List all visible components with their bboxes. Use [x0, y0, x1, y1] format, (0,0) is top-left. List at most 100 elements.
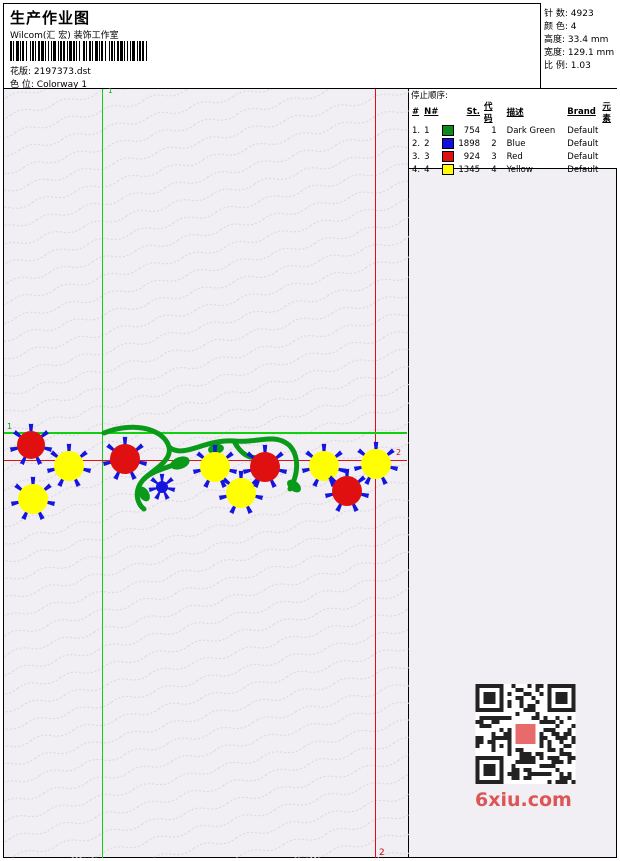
qr-module [507, 704, 512, 708]
flower-center [156, 481, 168, 493]
stat-width: 宽度: 129.1 mm [544, 45, 614, 58]
col-brand: Brand [567, 107, 596, 117]
qr-module [539, 732, 544, 736]
qr-module [487, 740, 492, 744]
qr-module [571, 740, 576, 744]
qr-module [535, 712, 540, 716]
qr-module [539, 736, 544, 740]
table-row: 1. 1 754 1 Dark Green Default [410, 124, 617, 137]
qr-module [535, 716, 540, 720]
row-st: 924 [463, 151, 481, 162]
qr-module [475, 744, 480, 748]
qr-module [567, 744, 572, 748]
qr-module [515, 768, 520, 772]
stat-height: 高度: 33.4 mm [544, 32, 608, 45]
qr-module [507, 728, 512, 732]
qr-module [527, 756, 532, 760]
stat-value: 33.4 mm [567, 35, 609, 45]
color-swatch [442, 164, 455, 175]
flower-center [17, 431, 45, 459]
qr-module [555, 780, 560, 784]
company-name: Wilcom(汇 宏) 装饰工作室 [10, 31, 119, 41]
qr-module [507, 716, 512, 720]
qr-module [507, 752, 512, 756]
flower-center [361, 449, 391, 479]
stats-box: 针 数: 4923 颜 色: 4 高度: 33.4 mm 宽度: 129.1 m… [540, 3, 617, 89]
qr-module [539, 720, 544, 724]
qr-module [507, 732, 512, 736]
row-element [600, 150, 617, 163]
qr-module [495, 736, 500, 740]
qr-module [531, 760, 536, 764]
qr-module [547, 740, 552, 744]
stat-label: 宽度: [544, 48, 566, 58]
leaf [170, 456, 190, 470]
stat-label: 比 例: [544, 61, 568, 71]
qr-module [483, 724, 488, 728]
table-row: 4. 4 1345 4 Yellow Default [410, 163, 617, 176]
qr-module [551, 728, 556, 732]
qr-module [555, 760, 560, 764]
qr-module [543, 728, 548, 732]
qr-module [531, 772, 536, 776]
qr-module [547, 728, 552, 732]
flower-center [18, 484, 48, 514]
stat-value: 1.03 [570, 61, 591, 71]
row-swatch [440, 163, 456, 176]
qr-module [523, 776, 528, 780]
qr-module [515, 772, 520, 776]
qr-module [475, 720, 480, 724]
qr-module [555, 736, 560, 740]
qr-module [491, 740, 496, 744]
qr-module [555, 724, 560, 728]
watermark-text: 6xiu.com [475, 789, 572, 811]
row-n: 3 [424, 151, 430, 162]
qr-module [507, 692, 512, 696]
stat-stitches: 针 数: 4923 [544, 6, 594, 19]
col-desc: 描述 [506, 108, 524, 118]
qr-module [503, 716, 508, 720]
qr-module [563, 736, 568, 740]
qr-module [535, 772, 540, 776]
qr-module [543, 764, 548, 768]
qr-module [527, 752, 532, 756]
qr-module [515, 748, 520, 752]
row-st: 1345 [458, 164, 481, 175]
stat-label: 针 数: [544, 9, 568, 19]
flower-center [250, 452, 280, 482]
qr-module [567, 728, 572, 732]
barcode [10, 41, 147, 61]
qr-module [499, 728, 504, 732]
stat-value: 4 [570, 22, 577, 32]
qr-module [531, 756, 536, 760]
qr-module [551, 764, 556, 768]
qr-module [547, 764, 552, 768]
qr-module [479, 720, 484, 724]
row-st: 1898 [458, 138, 481, 149]
row-desc: Blue [506, 138, 526, 149]
qr-module [519, 748, 524, 752]
design-value: 2197373.dst [33, 67, 91, 77]
qr-module [559, 736, 564, 740]
row-element [600, 124, 617, 137]
qr-module [551, 760, 556, 764]
qr-module [539, 764, 544, 768]
qr-module [475, 736, 480, 740]
qr-module [559, 752, 564, 756]
qr-module [539, 772, 544, 776]
qr-module [479, 716, 484, 720]
qr-module [515, 688, 520, 692]
row-element [600, 163, 617, 176]
qr-module [551, 720, 556, 724]
qr-finder [555, 692, 568, 704]
qr-module [507, 748, 512, 752]
qr-module [531, 708, 536, 712]
qr-module [551, 748, 556, 752]
row-code: 1 [491, 125, 497, 136]
qr-module [527, 772, 532, 776]
qr-module [491, 748, 496, 752]
qr-module [515, 776, 520, 780]
qr-module [531, 704, 536, 708]
qr-module [563, 780, 568, 784]
qr-module [527, 704, 532, 708]
